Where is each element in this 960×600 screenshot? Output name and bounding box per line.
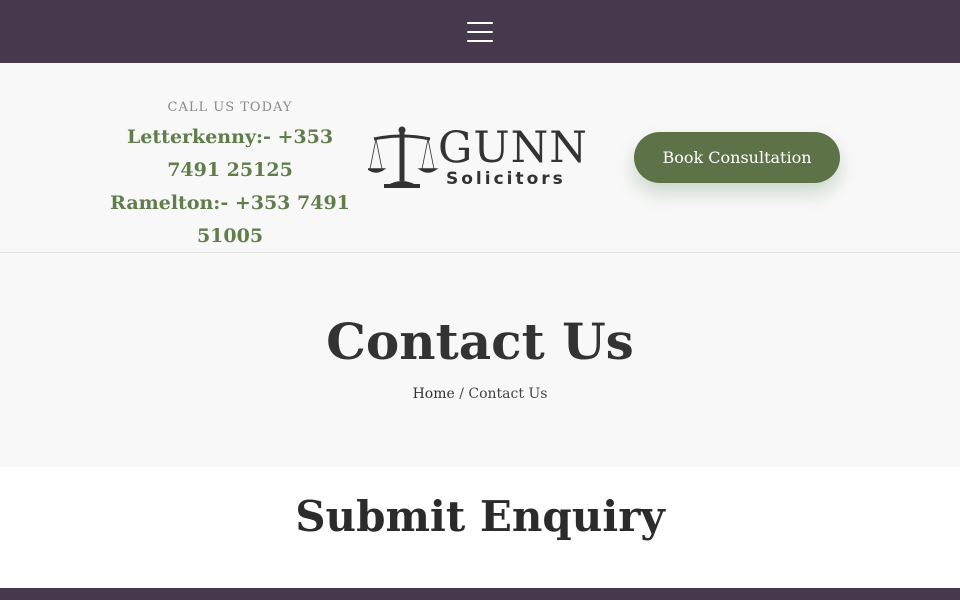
logo-subtitle: Solicitors bbox=[446, 169, 566, 189]
hamburger-menu-icon[interactable] bbox=[467, 21, 493, 42]
enquiry-section: Submit Enquiry bbox=[0, 467, 960, 588]
breadcrumb-current: Contact Us bbox=[468, 386, 548, 402]
scales-of-justice-icon bbox=[368, 126, 439, 188]
page-title: Contact Us bbox=[326, 312, 634, 371]
call-us-block: CALL US TODAY Letterkenny:- +353 7491 25… bbox=[110, 100, 350, 253]
site-logo[interactable]: GUNN Solicitors bbox=[368, 125, 592, 191]
enquiry-heading: Submit Enquiry bbox=[295, 492, 665, 541]
breadcrumb-separator: / bbox=[454, 386, 469, 402]
call-us-label: CALL US TODAY bbox=[167, 100, 293, 115]
book-consultation-button[interactable]: Book Consultation bbox=[634, 132, 840, 183]
logo-wordmark: GUNN bbox=[438, 123, 588, 173]
top-navigation-bar bbox=[0, 0, 960, 63]
page-hero: Contact Us Home / Contact Us bbox=[0, 254, 960, 467]
phone-numbers[interactable]: Letterkenny:- +353 7491 25125 Ramelton:-… bbox=[110, 121, 350, 253]
breadcrumb: Home / Contact Us bbox=[0, 386, 960, 402]
breadcrumb-home-link[interactable]: Home bbox=[413, 386, 455, 402]
footer-strip bbox=[0, 588, 960, 600]
hamburger-line bbox=[467, 39, 493, 42]
hamburger-line bbox=[467, 21, 493, 24]
site-header: CALL US TODAY Letterkenny:- +353 7491 25… bbox=[0, 63, 960, 253]
hamburger-line bbox=[467, 30, 493, 33]
